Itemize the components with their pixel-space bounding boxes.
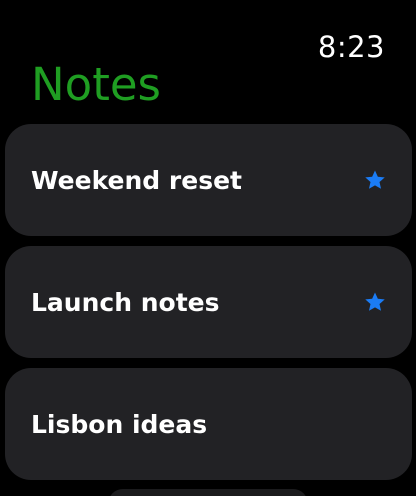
page-title: Notes xyxy=(31,58,161,111)
notes-list: Weekend reset Launch notes Lisbon ideas xyxy=(5,124,412,490)
note-card-lisbon-ideas[interactable]: Lisbon ideas xyxy=(5,368,412,480)
note-card-launch-notes[interactable]: Launch notes xyxy=(5,246,412,358)
clock: 8:23 xyxy=(317,30,385,64)
note-title: Lisbon ideas xyxy=(31,409,208,439)
note-title: Weekend reset xyxy=(31,165,242,195)
star-icon xyxy=(365,170,385,189)
note-title: Launch notes xyxy=(31,287,220,317)
next-card-peek[interactable] xyxy=(108,489,308,496)
star-icon xyxy=(365,292,385,311)
note-card-weekend-reset[interactable]: Weekend reset xyxy=(5,124,412,236)
